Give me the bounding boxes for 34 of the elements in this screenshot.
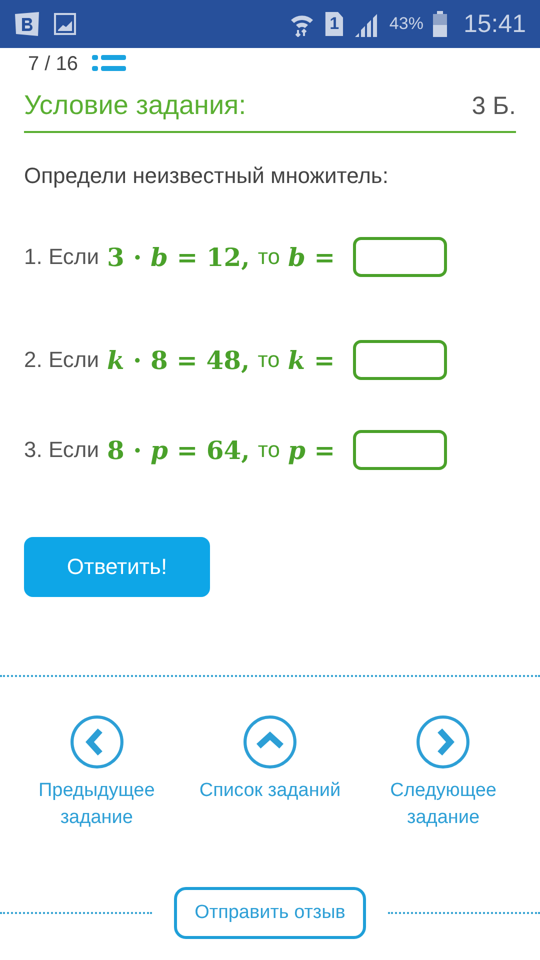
unknown-variable: b = [288, 242, 336, 272]
equation: 3 · b = 12, [107, 242, 250, 272]
chevron-left-icon [70, 715, 124, 769]
then-word: то [258, 244, 280, 270]
chevron-right-icon [416, 715, 470, 769]
unknown-variable: p = [288, 436, 336, 464]
equation: 8 · p = 64, [107, 436, 250, 464]
gallery-icon [54, 13, 76, 35]
unknown-variable: k = [288, 346, 335, 374]
chevron-up-icon [242, 715, 297, 769]
sim-card-indicator: 1 [325, 12, 344, 36]
submit-button[interactable]: Ответить! [24, 537, 210, 597]
clock: 15:41 [463, 10, 526, 38]
instruction-text: Определи неизвестный множитель: [24, 163, 390, 189]
navigation-link[interactable]: Следующее задание [368, 777, 518, 831]
task-counter: 7 / 16 [28, 52, 78, 76]
equation: k · 8 = 48, [107, 346, 250, 374]
battery-percentage: 43% [389, 14, 424, 34]
question-number: 2. Если [24, 347, 100, 373]
question-number: 3. Если [24, 437, 100, 463]
navigation-link[interactable]: Предыдущее задание [22, 777, 172, 831]
list-icon[interactable] [92, 54, 126, 74]
then-word: то [258, 347, 280, 373]
then-word: то [258, 437, 280, 463]
feedback-button[interactable]: Отправить отзыв [174, 887, 366, 939]
answer-field[interactable] [353, 430, 448, 470]
battery-icon [433, 11, 448, 37]
app-b-icon [14, 12, 40, 36]
question-number: 1. Если [24, 244, 100, 270]
points-label: 3 Б. [472, 92, 516, 121]
answer-field[interactable] [353, 237, 448, 277]
answer-field[interactable] [352, 340, 447, 380]
section-title: Условие задания: [24, 90, 246, 121]
navigation-link[interactable]: Список заданий [199, 777, 341, 804]
